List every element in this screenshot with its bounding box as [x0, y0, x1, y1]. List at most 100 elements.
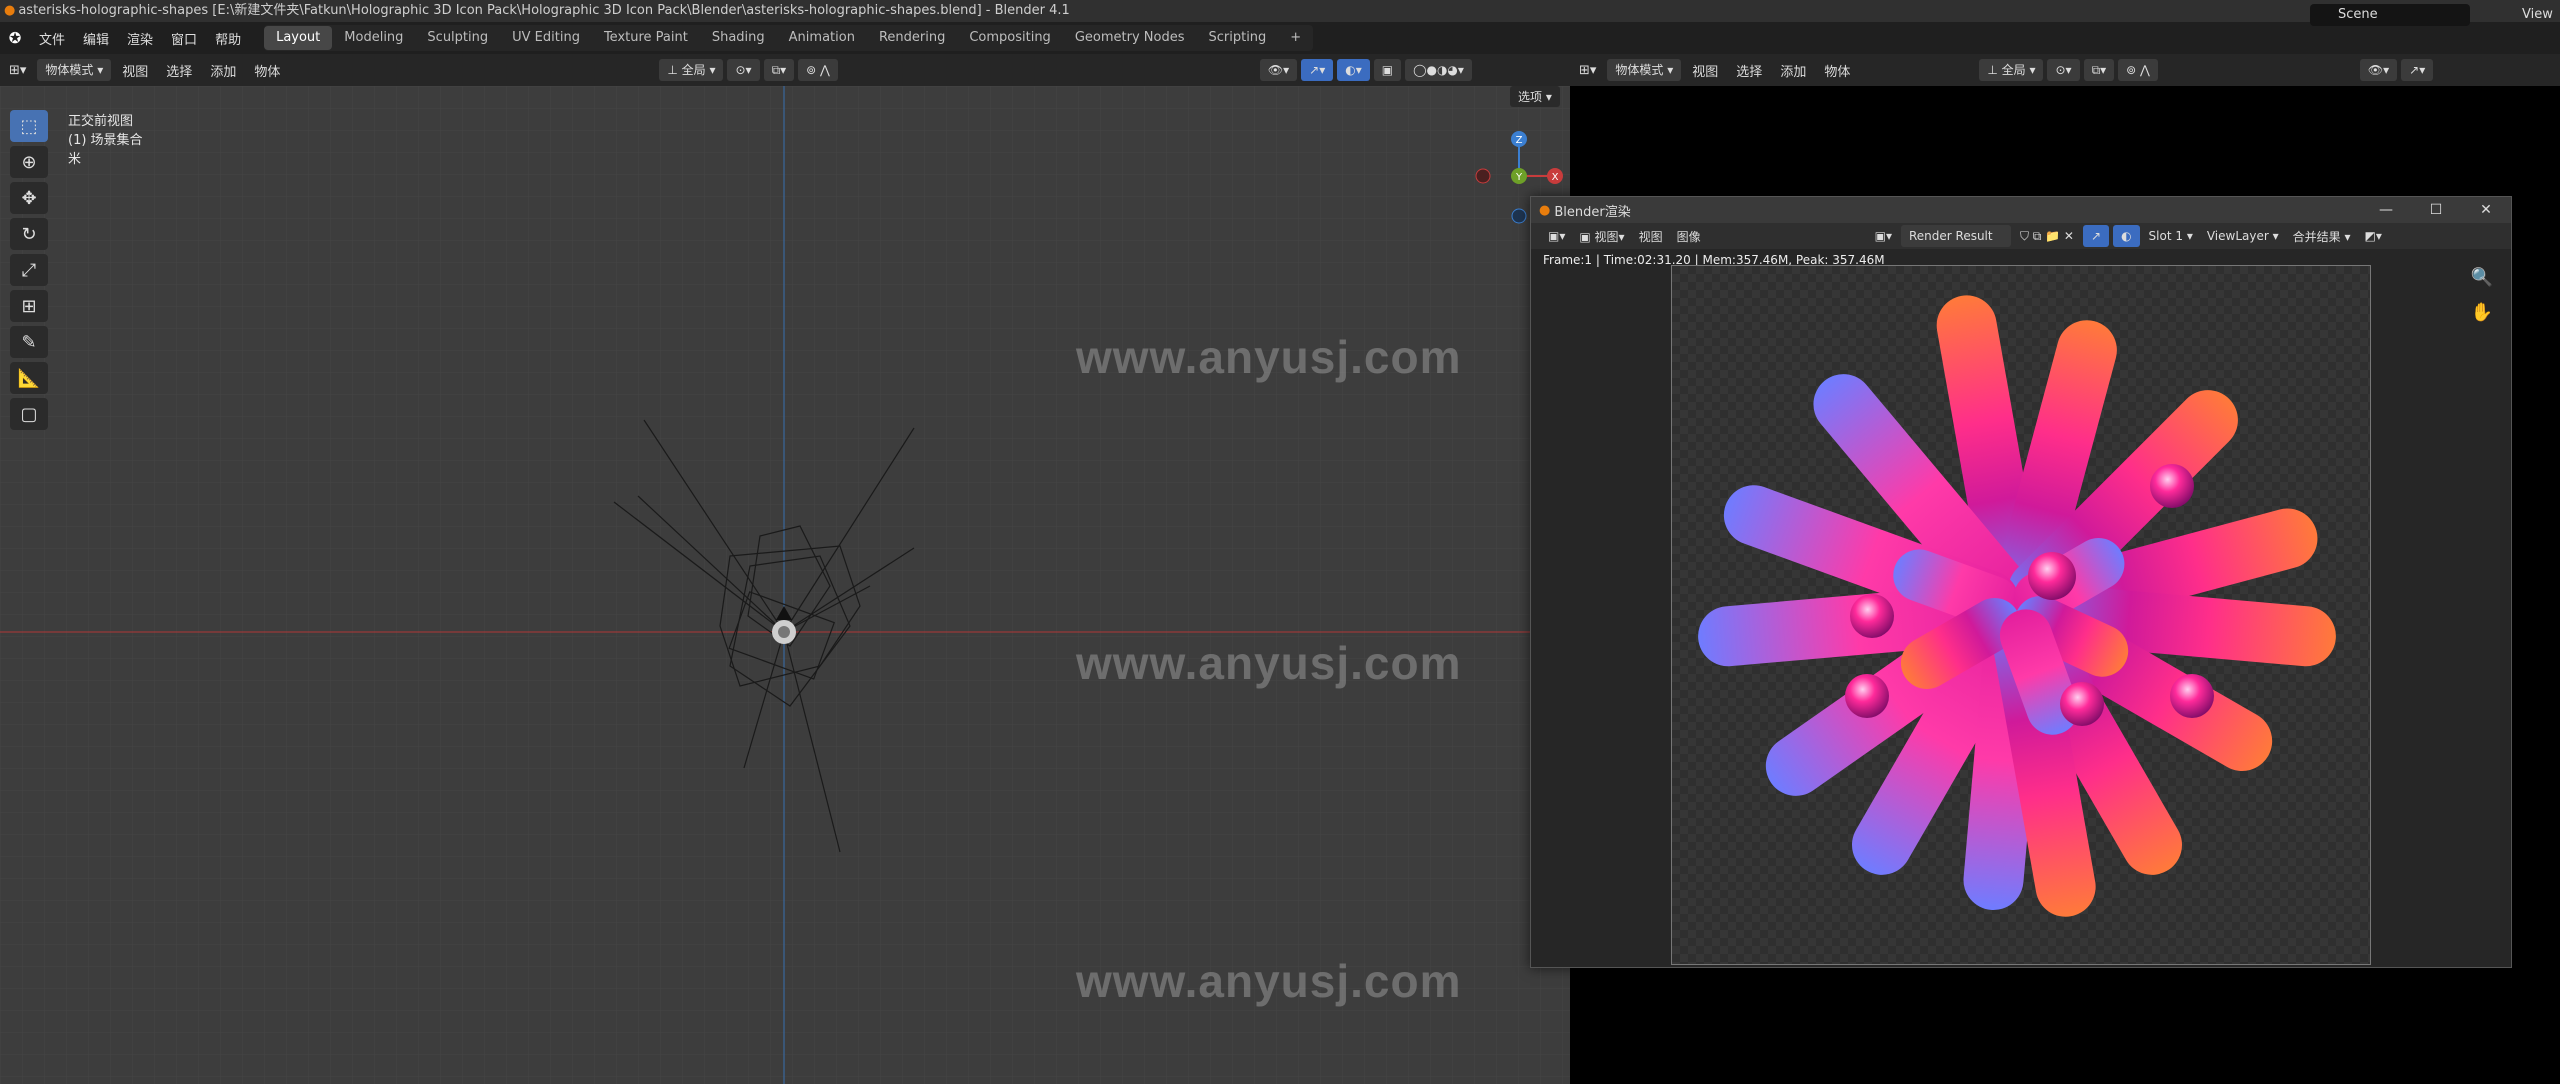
- render-image-area[interactable]: Frame:1 | Time:02:31.20 | Mem:357.46M, P…: [1531, 249, 2511, 967]
- render-editor-type-icon[interactable]: ▣▾: [1541, 229, 1572, 243]
- maximize-button[interactable]: ☐: [2411, 202, 2461, 218]
- watermark-2: www.anyusj.com: [1076, 637, 1462, 689]
- right-menu-select[interactable]: 选择: [1727, 61, 1771, 80]
- measure-tool-icon[interactable]: 📐: [10, 362, 48, 394]
- rotate-tool-icon[interactable]: ↻: [10, 218, 48, 250]
- add-workspace-button[interactable]: +: [1278, 26, 1313, 50]
- watermark-1: www.anyusj.com: [1076, 331, 1462, 383]
- right-menu-view[interactable]: 视图: [1683, 61, 1727, 80]
- right-visibility-icon[interactable]: 👁▾: [2359, 59, 2398, 81]
- header-menu-add[interactable]: 添加: [201, 61, 245, 80]
- tab-texture-paint[interactable]: Texture Paint: [592, 26, 700, 50]
- snap-icon[interactable]: ⧉▾: [763, 59, 795, 81]
- right-gizmo-icon[interactable]: ↗▾: [2401, 59, 2434, 81]
- cursor-tool-icon[interactable]: ⊕: [10, 146, 48, 178]
- right-viewport-header: ⊞▾ 物体模式 ▾ 视图 选择 添加 物体 ⊥ 全局 ▾ ⊙▾ ⧉▾ ⊚ ⋀ 👁…: [1570, 54, 2560, 86]
- right-snap-icon[interactable]: ⧉▾: [2083, 59, 2115, 81]
- move-tool-icon[interactable]: ✥: [10, 182, 48, 214]
- tab-sculpting[interactable]: Sculpting: [415, 26, 500, 50]
- pan-hand-icon[interactable]: ✋: [2471, 302, 2493, 323]
- pivot-icon[interactable]: ⊙▾: [727, 59, 760, 81]
- render-menu-image[interactable]: 图像: [1670, 228, 1708, 245]
- menu-edit[interactable]: 编辑: [74, 29, 118, 48]
- right-proportional-icon[interactable]: ⊚ ⋀: [2118, 59, 2158, 81]
- menu-help[interactable]: 帮助: [206, 29, 250, 48]
- close-icon[interactable]: ✕: [2461, 202, 2511, 218]
- tab-rendering[interactable]: Rendering: [867, 26, 957, 50]
- render-view-menu[interactable]: ▣ 视图▾: [1572, 228, 1631, 245]
- transform-tool-icon[interactable]: ⊞: [10, 290, 48, 322]
- visibility-icon[interactable]: 👁▾: [1259, 59, 1298, 81]
- gizmo-y-label: Y: [1515, 172, 1523, 183]
- editor-type-icon[interactable]: ⊞▾: [0, 63, 35, 78]
- right-transform-dropdown[interactable]: ⊥ 全局 ▾: [1979, 59, 2044, 81]
- select-box-tool-icon[interactable]: ⬚: [10, 110, 48, 142]
- view-layer-selector[interactable]: View: [2522, 4, 2553, 26]
- render-window-titlebar: ● Blender渲染 — ☐ ✕: [1531, 197, 2511, 223]
- options-dropdown[interactable]: 选项 ▾: [1510, 86, 1560, 107]
- right-mode-label: 物体模式: [1615, 63, 1664, 77]
- menu-file[interactable]: 文件: [30, 29, 74, 48]
- xray-icon[interactable]: ▣: [1373, 59, 1402, 81]
- right-menu-object[interactable]: 物体: [1815, 61, 1859, 80]
- right-mode-dropdown[interactable]: 物体模式 ▾: [1607, 59, 1682, 81]
- image-browse-icon[interactable]: ▣▾: [1868, 229, 1899, 243]
- pass-label: 合并结果: [2292, 229, 2341, 244]
- scene-selector[interactable]: Scene: [2310, 4, 2470, 26]
- header-menu-select[interactable]: 选择: [157, 61, 201, 80]
- tab-modeling[interactable]: Modeling: [332, 26, 415, 50]
- slot-dropdown[interactable]: Slot 1 ▾: [2142, 229, 2200, 243]
- image-actions-icons[interactable]: ⛉ ⧉ 📁 ✕: [2013, 229, 2081, 244]
- mode-dropdown[interactable]: 物体模式 ▾: [37, 59, 112, 81]
- mode-label: 物体模式: [45, 63, 94, 77]
- transform-orientation-dropdown[interactable]: ⊥ 全局 ▾: [659, 59, 724, 81]
- scale-tool-icon[interactable]: ⤢: [10, 254, 48, 286]
- blender-logo-icon: ●: [4, 3, 16, 18]
- top-menu-bar: ✪ 文件 编辑 渲染 窗口 帮助 Layout Modeling Sculpti…: [0, 22, 2560, 54]
- render-gizmo-icon[interactable]: ↗: [2083, 225, 2110, 247]
- menu-render[interactable]: 渲染: [118, 29, 162, 48]
- blender-menu-icon[interactable]: ✪: [0, 29, 30, 47]
- tab-geometry-nodes[interactable]: Geometry Nodes: [1063, 26, 1197, 50]
- render-menu-view-item[interactable]: 视图: [1632, 228, 1670, 245]
- tab-animation[interactable]: Animation: [777, 26, 867, 50]
- viewport-header: ⊞▾ 物体模式 ▾ 视图 选择 添加 物体 ⊥ 全局 ▾ ⊙▾ ⧉▾ ⊚ ⋀ 👁…: [0, 54, 1570, 86]
- render-result-image: [1671, 265, 2371, 965]
- render-window-title: Blender渲染: [1554, 204, 1631, 220]
- render-overlay-icon[interactable]: ◐: [2113, 225, 2140, 247]
- tab-scripting[interactable]: Scripting: [1196, 26, 1278, 50]
- shading-modes-icon[interactable]: ◯●◑◕▾: [1405, 59, 1472, 81]
- render-window: ● Blender渲染 — ☐ ✕ ▣▾ ▣ 视图▾ 视图 图像 ▣▾ Rend…: [1530, 196, 2512, 968]
- render-menu-view: 视图: [1594, 229, 1619, 244]
- tab-layout[interactable]: Layout: [264, 26, 333, 50]
- tab-compositing[interactable]: Compositing: [957, 26, 1063, 50]
- gizmo-x-label: X: [1552, 172, 1559, 183]
- render-window-header: ▣▾ ▣ 视图▾ 视图 图像 ▣▾ Render Result ⛉ ⧉ 📁 ✕ …: [1531, 223, 2511, 249]
- right-menu-add[interactable]: 添加: [1771, 61, 1815, 80]
- header-menu-view[interactable]: 视图: [113, 61, 157, 80]
- tab-shading[interactable]: Shading: [700, 26, 777, 50]
- right-pivot-icon[interactable]: ⊙▾: [2047, 59, 2080, 81]
- menu-window[interactable]: 窗口: [162, 29, 206, 48]
- view-layer-name: View: [2522, 7, 2553, 22]
- image-name-field[interactable]: Render Result: [1900, 225, 2011, 247]
- annotate-tool-icon[interactable]: ✎: [10, 326, 48, 358]
- add-cube-tool-icon[interactable]: ▢: [10, 398, 48, 430]
- header-menu-object[interactable]: 物体: [245, 61, 289, 80]
- 3d-viewport[interactable]: ⬚ ⊕ ✥ ↻ ⤢ ⊞ ✎ 📐 ▢ 正交前视图 (1) 场景集合 米 选项 ▾ …: [0, 86, 1570, 1084]
- overlay-toggle-icon[interactable]: ◐▾: [1337, 59, 1370, 81]
- viewlayer-dropdown[interactable]: ViewLayer ▾: [2200, 229, 2286, 243]
- right-transform-label: 全局: [2001, 63, 2026, 77]
- right-editor-type-icon[interactable]: ⊞▾: [1570, 63, 1605, 78]
- gizmo-toggle-icon[interactable]: ↗▾: [1301, 59, 1334, 81]
- collection-name: (1) 场景集合: [68, 133, 143, 148]
- minimize-button[interactable]: —: [2361, 202, 2411, 218]
- asterisk-arms: [1698, 295, 2336, 917]
- proportional-edit-icon[interactable]: ⊚ ⋀: [798, 59, 838, 81]
- tool-shelf: ⬚ ⊕ ✥ ↻ ⤢ ⊞ ✎ 📐 ▢: [8, 110, 50, 430]
- pass-dropdown[interactable]: 合并结果 ▾: [2286, 228, 2358, 245]
- tab-uv-editing[interactable]: UV Editing: [500, 26, 592, 50]
- display-channels-icon[interactable]: ◩▾: [2357, 229, 2388, 243]
- viewport-info: 正交前视图 (1) 场景集合 米: [68, 112, 143, 169]
- zoom-icon[interactable]: 🔍: [2471, 267, 2493, 288]
